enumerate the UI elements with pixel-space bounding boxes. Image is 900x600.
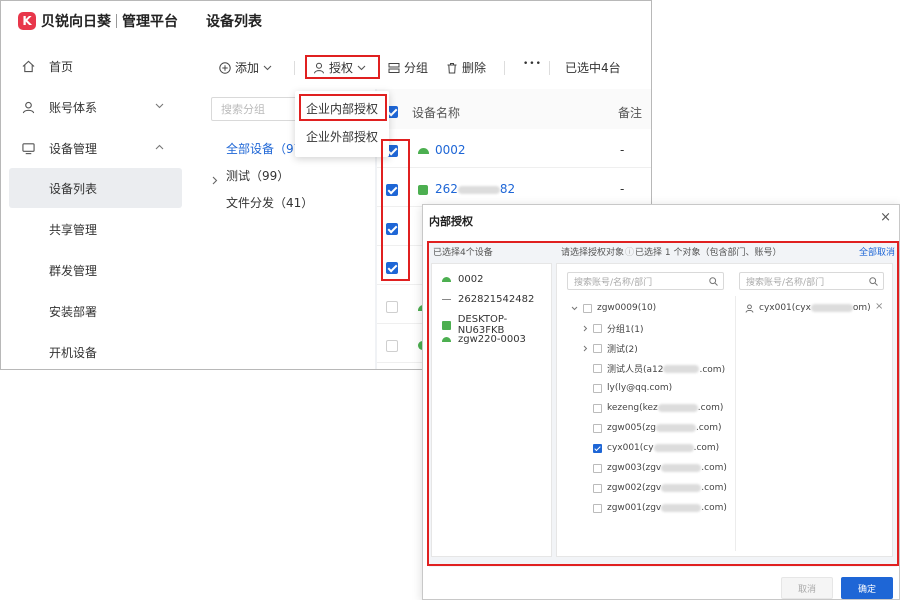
sidebar-item-sharing[interactable]: 共享管理 xyxy=(9,209,182,249)
sidebar-item-boot-devices[interactable]: 开机设备 xyxy=(9,332,182,369)
sidebar-item-label: 设备列表 xyxy=(49,181,98,196)
page-title: 设备列表 xyxy=(206,14,262,30)
more-button[interactable]: ••• xyxy=(523,59,542,69)
sidebar-item-label: 设备管理 xyxy=(49,141,98,156)
column-header-note: 备注 xyxy=(618,106,643,120)
dialog-title: 内部授权 xyxy=(429,215,473,228)
highlight-dialog-body xyxy=(427,241,899,566)
sidebar-item-home[interactable]: 首页 xyxy=(9,46,182,86)
brand-section: 管理平台 xyxy=(122,14,178,30)
table-row[interactable]: 0002 - xyxy=(377,129,651,168)
selected-count: 已选中4台 xyxy=(565,61,621,75)
highlight-authorize xyxy=(305,55,380,79)
delete-button[interactable]: 删除 xyxy=(446,59,486,76)
highlight-checkboxes xyxy=(381,139,410,281)
trash-icon xyxy=(447,62,457,73)
group-label: 分组 xyxy=(404,61,429,75)
sidebar-item-label: 共享管理 xyxy=(49,222,98,237)
chevron-down-icon xyxy=(155,102,164,112)
brand-name: 贝锐向日葵 xyxy=(41,14,111,30)
row-checkbox[interactable] xyxy=(386,340,398,352)
sidebar: K 贝锐向日葵 管理平台 首页 账号体系 设备管理 设备列表 共享管理 群发管理… xyxy=(1,1,189,369)
menu-item-external-authorize[interactable]: 企业外部授权 xyxy=(295,122,389,150)
brand: K 贝锐向日葵 管理平台 xyxy=(18,11,178,31)
add-button[interactable]: 添加 xyxy=(219,59,272,76)
brand-logo-icon: K xyxy=(18,12,36,30)
group-item-file-distribution[interactable]: 文件分发（41） xyxy=(226,194,313,211)
android-icon xyxy=(418,148,429,154)
home-icon xyxy=(21,59,35,73)
delete-label: 删除 xyxy=(462,61,487,75)
toolbar-divider xyxy=(504,61,505,75)
row-checkbox[interactable] xyxy=(386,301,398,313)
device-name[interactable]: 262 82 xyxy=(435,182,515,196)
sidebar-item-device-list[interactable]: 设备列表 xyxy=(9,168,182,208)
device-note: - xyxy=(620,143,625,157)
group-button[interactable]: 分组 xyxy=(388,59,428,76)
sidebar-item-label: 首页 xyxy=(49,59,74,74)
sidebar-item-label: 开机设备 xyxy=(49,345,98,360)
chevron-right-icon[interactable] xyxy=(212,170,218,189)
device-name-end: 82 xyxy=(499,182,516,196)
sidebar-item-broadcast[interactable]: 群发管理 xyxy=(9,250,182,290)
chevron-down-icon xyxy=(263,65,272,70)
sidebar-item-deployment[interactable]: 安装部署 xyxy=(9,291,182,331)
highlight-internal-authorize xyxy=(299,94,387,121)
user-icon xyxy=(21,100,35,114)
sidebar-item-label: 群发管理 xyxy=(49,263,98,278)
column-header-name: 设备名称 xyxy=(412,106,461,120)
plus-circle-icon xyxy=(219,61,231,74)
internal-authorize-dialog: 内部授权 × 已选择4个设备 请选择授权对象 ⓘ 已选择 1 个对象（包含部门、… xyxy=(422,204,900,600)
table-row[interactable]: 262 82 - xyxy=(377,168,651,207)
redacted-text xyxy=(457,185,500,194)
toolbar: 设备列表 添加 授权 分组 删除 ••• 已选中4台 xyxy=(189,1,651,89)
chevron-up-icon xyxy=(155,143,164,153)
toolbar-divider xyxy=(294,61,295,75)
sidebar-item-device-management[interactable]: 设备管理 xyxy=(9,128,182,168)
table-header: 设备名称 备注 xyxy=(377,89,651,129)
device-name-start: 262 xyxy=(435,182,458,196)
sidebar-item-label: 账号体系 xyxy=(49,100,98,115)
brand-divider xyxy=(116,14,117,28)
close-icon[interactable]: × xyxy=(880,210,891,225)
sidebar-item-accounts[interactable]: 账号体系 xyxy=(9,87,182,127)
group-icon xyxy=(388,62,400,73)
device-type-icon xyxy=(418,185,428,195)
device-name[interactable]: 0002 xyxy=(435,143,466,157)
device-note: - xyxy=(620,182,625,196)
group-item-test[interactable]: 测试（99） xyxy=(226,167,289,184)
add-label: 添加 xyxy=(235,61,260,75)
sidebar-item-label: 安装部署 xyxy=(49,304,98,319)
toolbar-divider xyxy=(549,61,550,75)
cancel-button[interactable]: 取消 xyxy=(781,577,833,599)
monitor-icon xyxy=(21,141,35,155)
confirm-button[interactable]: 确定 xyxy=(841,577,893,599)
